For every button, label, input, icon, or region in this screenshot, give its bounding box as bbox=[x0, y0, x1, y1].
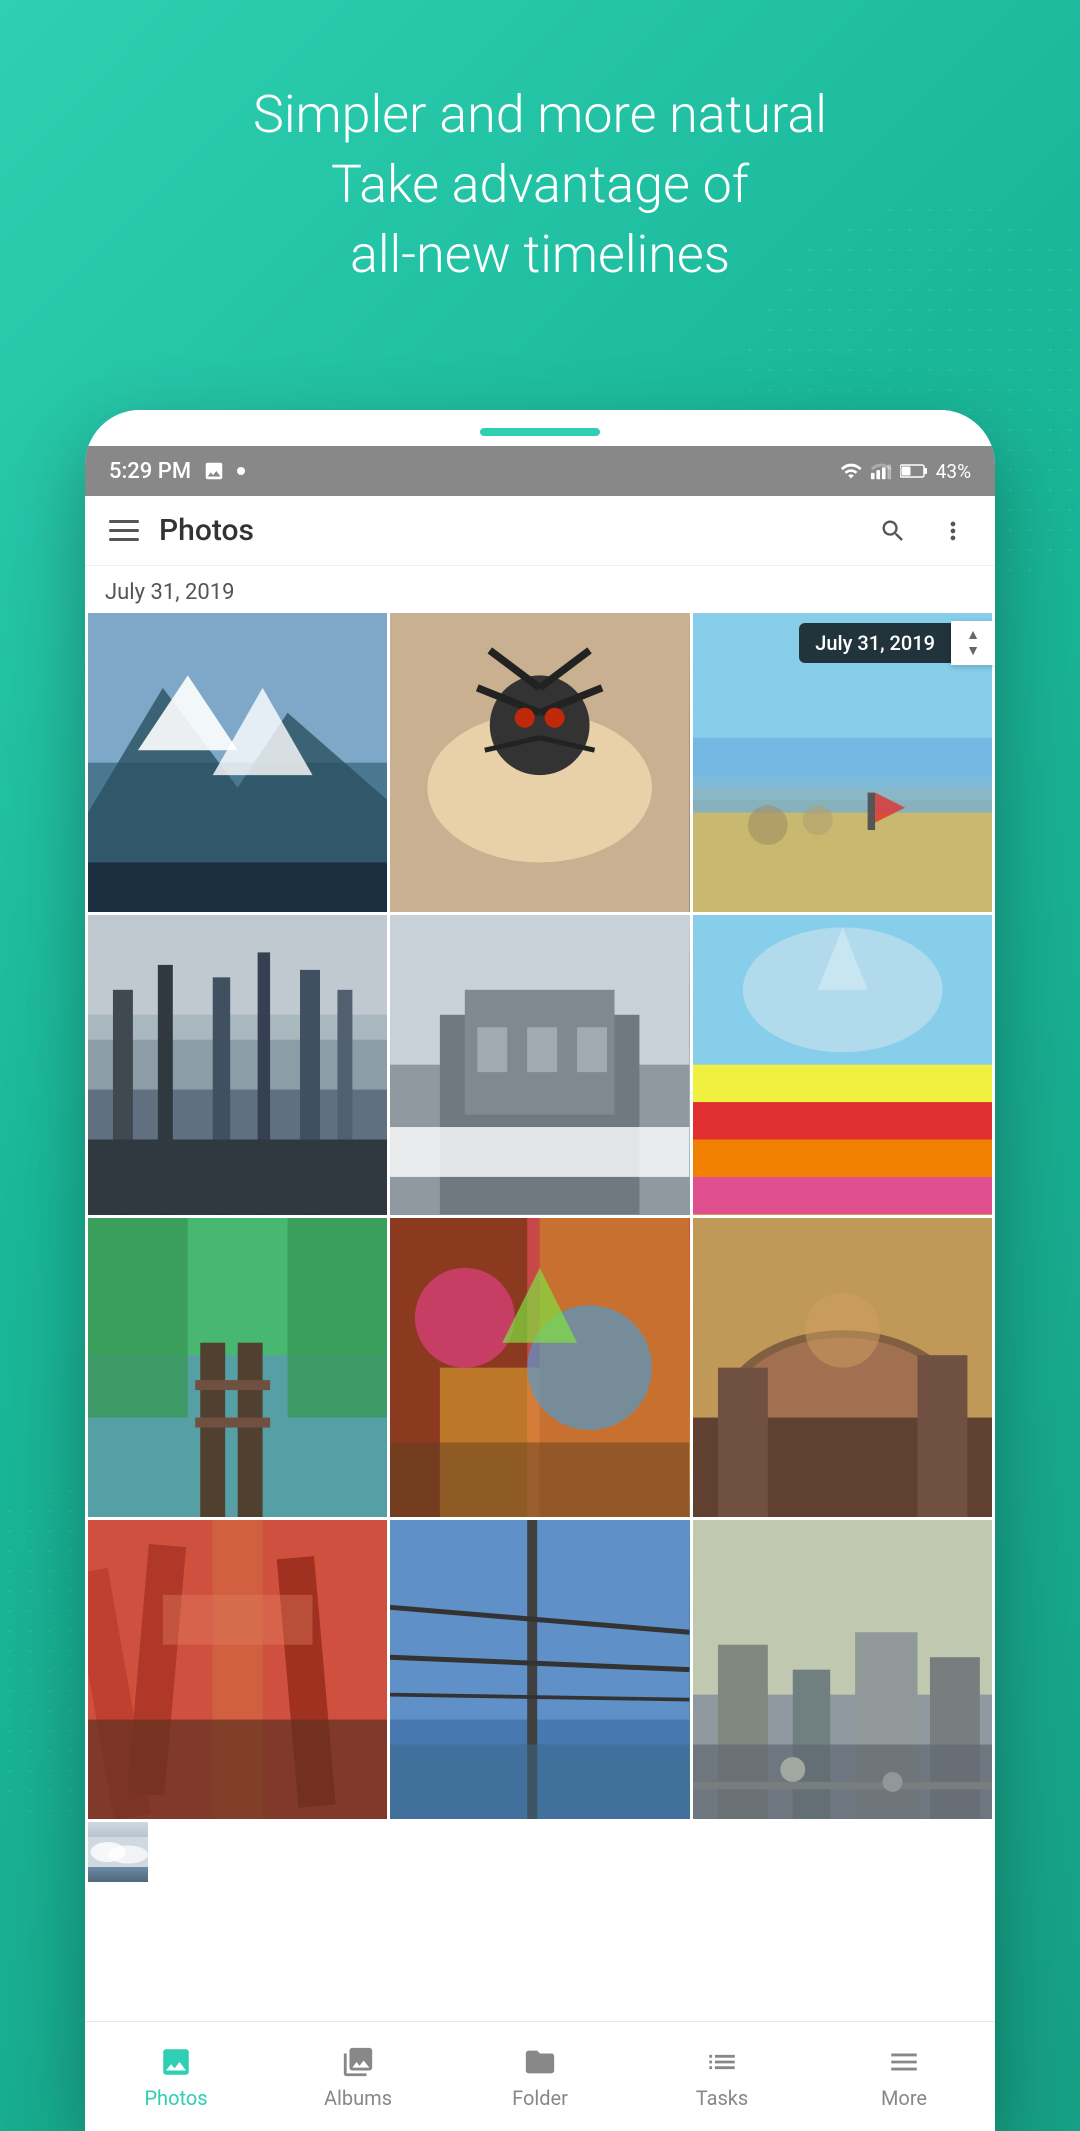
photo-4 bbox=[88, 915, 387, 1214]
headline-line3: all-new timelines bbox=[350, 224, 730, 285]
tasks-nav-label: Tasks bbox=[696, 2086, 749, 2110]
scroll-date-label: July 31, 2019 bbox=[799, 623, 951, 663]
nav-item-tasks[interactable]: Tasks bbox=[631, 2034, 813, 2120]
search-button[interactable] bbox=[875, 513, 911, 549]
photos-nav-icon bbox=[158, 2044, 194, 2080]
photo-status-icon bbox=[203, 460, 225, 482]
more-options-button[interactable] bbox=[935, 513, 971, 549]
photos-nav-label: Photos bbox=[144, 2086, 207, 2110]
photo-2 bbox=[390, 613, 689, 912]
albums-nav-label: Albums bbox=[324, 2086, 392, 2110]
nav-item-albums[interactable]: Albums bbox=[267, 2034, 449, 2120]
nav-item-photos[interactable]: Photos bbox=[85, 2034, 267, 2120]
folder-nav-label: Folder bbox=[512, 2086, 568, 2110]
photo-9 bbox=[693, 1218, 992, 1517]
nav-item-folder[interactable]: Folder bbox=[449, 2034, 631, 2120]
photo-cell[interactable] bbox=[390, 1520, 689, 1819]
photo-cell[interactable] bbox=[88, 613, 387, 912]
bottom-nav: Photos Albums Folder bbox=[85, 2021, 995, 2131]
scroll-up-arrow: ▲ bbox=[966, 628, 980, 642]
app-bar: Photos bbox=[85, 496, 995, 566]
headline-line2: Take advantage of bbox=[331, 154, 749, 215]
folder-nav-icon bbox=[522, 2044, 558, 2080]
date-header: July 31, 2019 bbox=[85, 566, 995, 613]
more-nav-icon bbox=[886, 2044, 922, 2080]
status-dot bbox=[237, 467, 245, 475]
photo-cell[interactable] bbox=[693, 1218, 992, 1517]
battery-percent: 43% bbox=[936, 460, 971, 483]
photo-cell[interactable] bbox=[693, 915, 992, 1214]
photo-content-area: July 31, 2019 July 31, 2019 ▲ ▼ bbox=[85, 566, 995, 2021]
status-time: 5:29 PM bbox=[109, 459, 191, 484]
photo-cell[interactable] bbox=[88, 1520, 387, 1819]
photo-cell[interactable] bbox=[390, 613, 689, 912]
photo-7 bbox=[88, 1218, 387, 1517]
phone-mockup: 5:29 PM 43% Photos bbox=[85, 410, 995, 2131]
app-title: Photos bbox=[159, 513, 875, 548]
albums-nav-icon bbox=[340, 2044, 376, 2080]
tasks-nav-icon bbox=[704, 2044, 740, 2080]
phone-speaker bbox=[480, 428, 600, 436]
photo-6 bbox=[693, 915, 992, 1214]
nav-item-more[interactable]: More bbox=[813, 2034, 995, 2120]
status-right: 43% bbox=[840, 460, 971, 483]
app-bar-icons bbox=[875, 513, 971, 549]
photo-8 bbox=[390, 1218, 689, 1517]
scroll-handle[interactable]: ▲ ▼ bbox=[951, 621, 995, 665]
photo-1 bbox=[88, 613, 387, 912]
photo-cell[interactable] bbox=[693, 1520, 992, 1819]
battery-icon bbox=[900, 460, 928, 482]
photo-13 bbox=[88, 1822, 148, 1882]
photo-cell[interactable] bbox=[88, 915, 387, 1214]
photo-cell[interactable] bbox=[88, 1822, 148, 1882]
photo-11 bbox=[390, 1520, 689, 1819]
photo-cell[interactable] bbox=[390, 1218, 689, 1517]
wifi-icon bbox=[840, 460, 862, 482]
photo-cell[interactable] bbox=[88, 1218, 387, 1517]
hamburger-menu-button[interactable] bbox=[109, 520, 139, 541]
phone-top-bar bbox=[85, 410, 995, 446]
photo-cell[interactable] bbox=[390, 915, 689, 1214]
status-bar: 5:29 PM 43% bbox=[85, 446, 995, 496]
headline-line1: Simpler and more natural bbox=[253, 84, 827, 145]
photo-grid bbox=[85, 613, 995, 1885]
photo-12 bbox=[693, 1520, 992, 1819]
signal-icon bbox=[870, 460, 892, 482]
status-left: 5:29 PM bbox=[109, 459, 245, 484]
headline: Simpler and more natural Take advantage … bbox=[0, 80, 1080, 291]
photo-5 bbox=[390, 915, 689, 1214]
more-nav-label: More bbox=[881, 2086, 927, 2110]
scroll-down-arrow: ▼ bbox=[966, 644, 980, 658]
photo-10 bbox=[88, 1520, 387, 1819]
scroll-indicator[interactable]: July 31, 2019 ▲ ▼ bbox=[799, 621, 995, 665]
